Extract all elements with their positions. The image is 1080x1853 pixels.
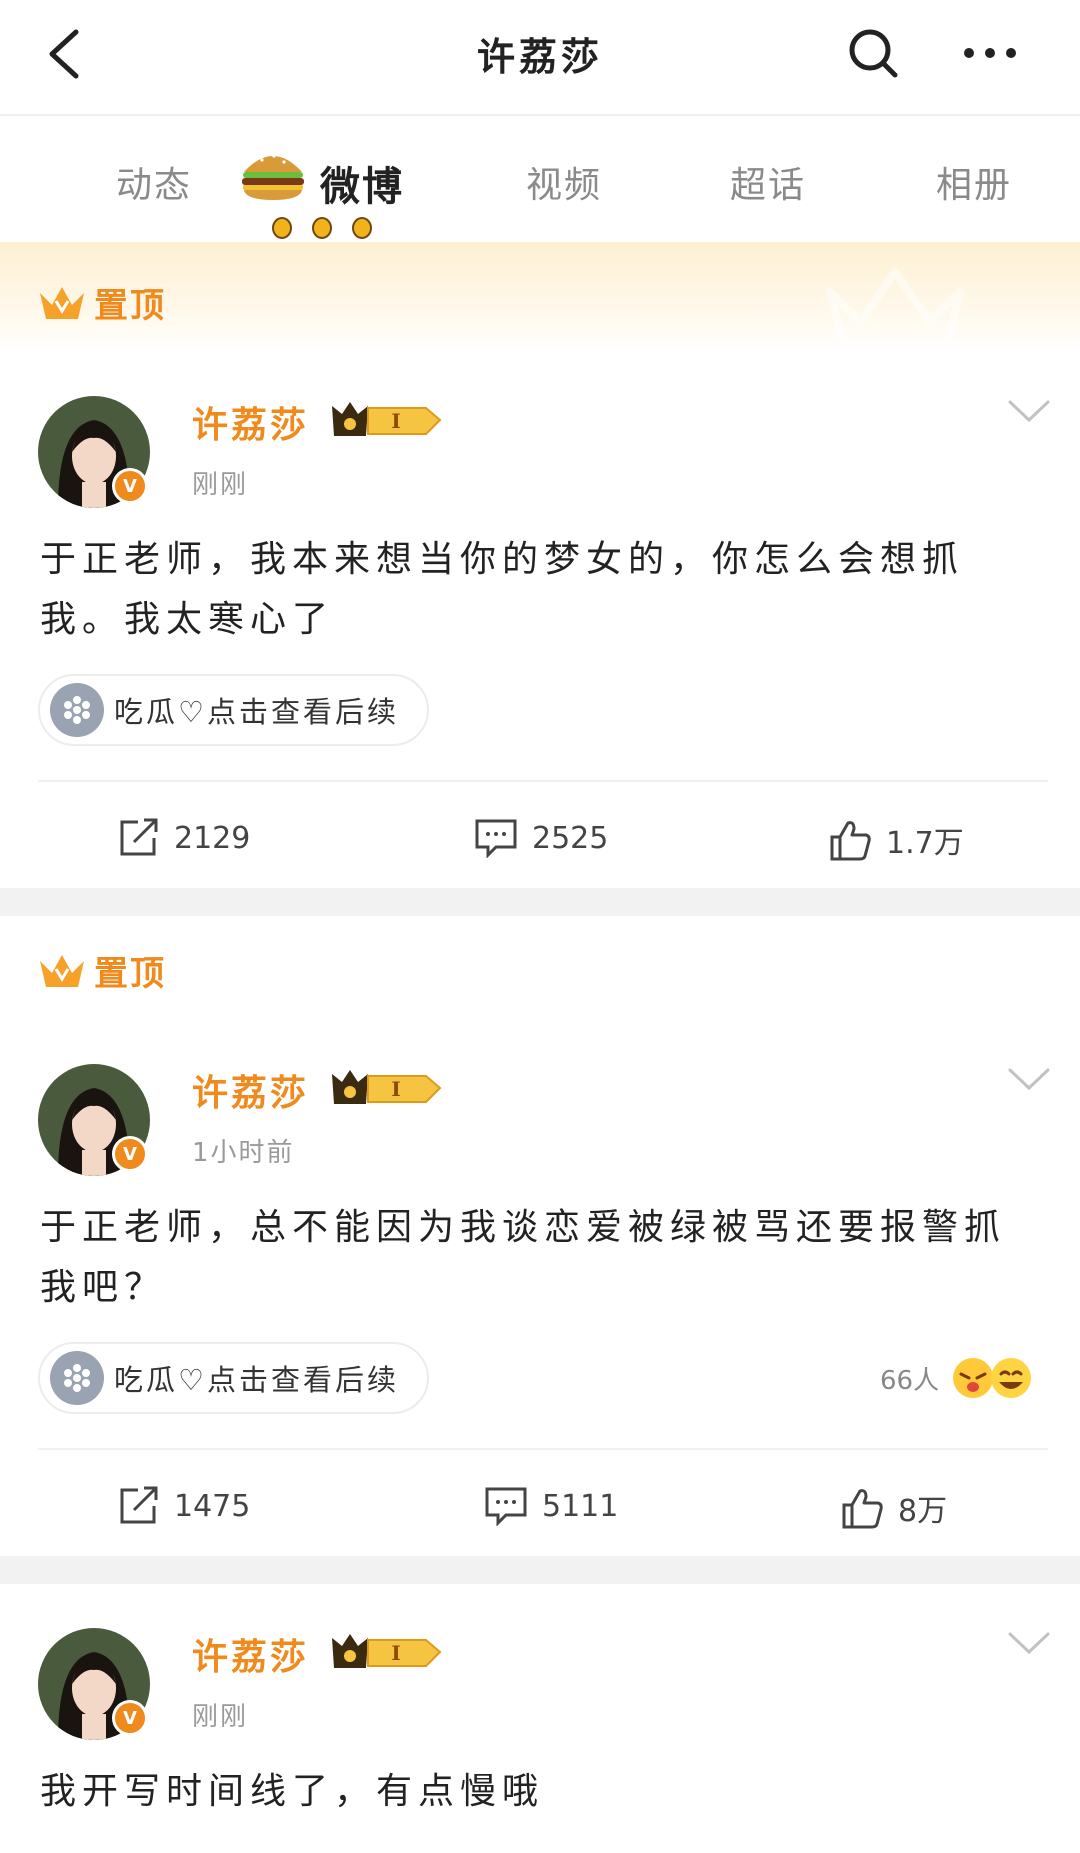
chevron-down-icon[interactable]	[1004, 396, 1054, 426]
hamburger-sticker-icon	[242, 154, 304, 200]
comment-icon	[475, 819, 517, 858]
like-button[interactable]: 1.7万	[828, 818, 964, 862]
post-author[interactable]: 许荔莎	[192, 1628, 309, 1680]
repost-button[interactable]: 2129	[118, 818, 250, 858]
topic-label: 吃瓜♡点击查看后续	[114, 1363, 399, 1397]
post-separator	[0, 888, 1080, 916]
tab-weibo[interactable]: 微博	[320, 154, 404, 212]
repost-icon	[120, 1486, 158, 1524]
post-text: 于正老师，我本来想当你的梦女的，你怎么会想抓我。我太寒心了	[40, 539, 965, 640]
chevron-down-icon[interactable]	[1004, 1628, 1054, 1658]
tab-album[interactable]: 相册	[936, 156, 1012, 208]
tab-super-topic[interactable]: 超话	[730, 156, 806, 208]
post-card[interactable]: V 许荔莎 I 刚刚 于正老师，我本来想当你的梦女的，你怎么会想抓我。我太寒心了…	[0, 352, 1080, 888]
vip-level-badge: I	[332, 402, 442, 436]
svg-text:I: I	[391, 409, 400, 433]
divider	[38, 780, 1048, 782]
reaction-count: 66人	[880, 1365, 940, 1396]
svg-text:I: I	[391, 1641, 400, 1665]
topic-link[interactable]: 吃瓜♡点击查看后续	[38, 1342, 429, 1414]
topic-label: 吃瓜♡点击查看后续	[114, 695, 399, 729]
pinned-row: 置顶	[38, 946, 166, 995]
comment-icon	[485, 1487, 527, 1526]
repost-button[interactable]: 1475	[118, 1486, 250, 1526]
vip-level-badge: I	[332, 1070, 442, 1104]
post-time: 1小时前	[192, 1138, 295, 1168]
verified-badge: V	[112, 1700, 148, 1736]
search-button[interactable]	[846, 26, 900, 80]
chevron-down-icon[interactable]	[1004, 1064, 1054, 1094]
crown-watermark-icon	[826, 268, 964, 356]
topic-icon	[50, 683, 104, 737]
topic-link[interactable]: 吃瓜♡点击查看后续	[38, 674, 429, 746]
repost-count: 1475	[174, 1488, 251, 1524]
post-author[interactable]: 许荔莎	[192, 1064, 309, 1116]
divider	[38, 1448, 1048, 1450]
post-separator	[0, 1556, 1080, 1584]
topic-icon	[50, 1351, 104, 1405]
verified-badge: V	[112, 1136, 148, 1172]
emoji-icon	[953, 1358, 1032, 1398]
crown-icon	[40, 286, 84, 319]
like-button[interactable]: 8万	[840, 1486, 947, 1530]
like-icon	[842, 1489, 883, 1529]
post-text: 于正老师，总不能因为我谈恋爱被绿被骂还要报警抓我吧？	[40, 1207, 1007, 1308]
post-card[interactable]: V 许荔莎 I 刚刚 我开写时间线了，有点慢哦	[0, 1584, 1080, 1853]
post-time: 刚刚	[192, 470, 249, 500]
profile-tabs: 动态 微博 视频 超话 相册	[0, 116, 1080, 242]
comment-count: 2525	[532, 820, 609, 856]
comment-button[interactable]: 5111	[484, 1486, 618, 1526]
post-author[interactable]: 许荔莎	[192, 396, 309, 448]
verified-badge: V	[112, 468, 148, 504]
pinned-label: 置顶	[94, 286, 166, 326]
tab-dynamics[interactable]: 动态	[116, 156, 192, 208]
comment-count: 5111	[542, 1488, 619, 1524]
more-icon	[964, 48, 974, 58]
post-card[interactable]: V 许荔莎 I 1小时前 于正老师，总不能因为我谈恋爱被绿被骂还要报警抓我吧？ …	[0, 1020, 1080, 1556]
more-icon-dot	[985, 48, 995, 58]
post-text: 我开写时间线了，有点慢哦	[40, 1771, 545, 1812]
top-nav-bar: 许荔莎	[0, 0, 1080, 116]
more-button[interactable]	[958, 26, 1022, 80]
like-count: 8万	[898, 1494, 948, 1529]
search-icon	[849, 29, 898, 78]
comment-button[interactable]: 2525	[474, 818, 608, 858]
like-count: 1.7万	[886, 826, 964, 861]
page-title: 许荔莎	[476, 35, 603, 79]
tab-videos[interactable]: 视频	[526, 156, 602, 208]
repost-count: 2129	[174, 820, 251, 856]
more-icon-dot	[1006, 48, 1016, 58]
like-icon	[830, 821, 871, 861]
pinned-label: 置顶	[94, 954, 166, 994]
crown-icon	[40, 954, 84, 987]
vip-level-badge: I	[332, 1634, 442, 1668]
repost-icon	[120, 818, 158, 856]
svg-text:I: I	[391, 1077, 400, 1101]
reaction-summary[interactable]: 66人	[880, 1356, 1035, 1400]
post-time: 刚刚	[192, 1702, 249, 1732]
coins-decoration-icon	[272, 217, 372, 239]
pinned-row: 置顶	[38, 278, 166, 327]
